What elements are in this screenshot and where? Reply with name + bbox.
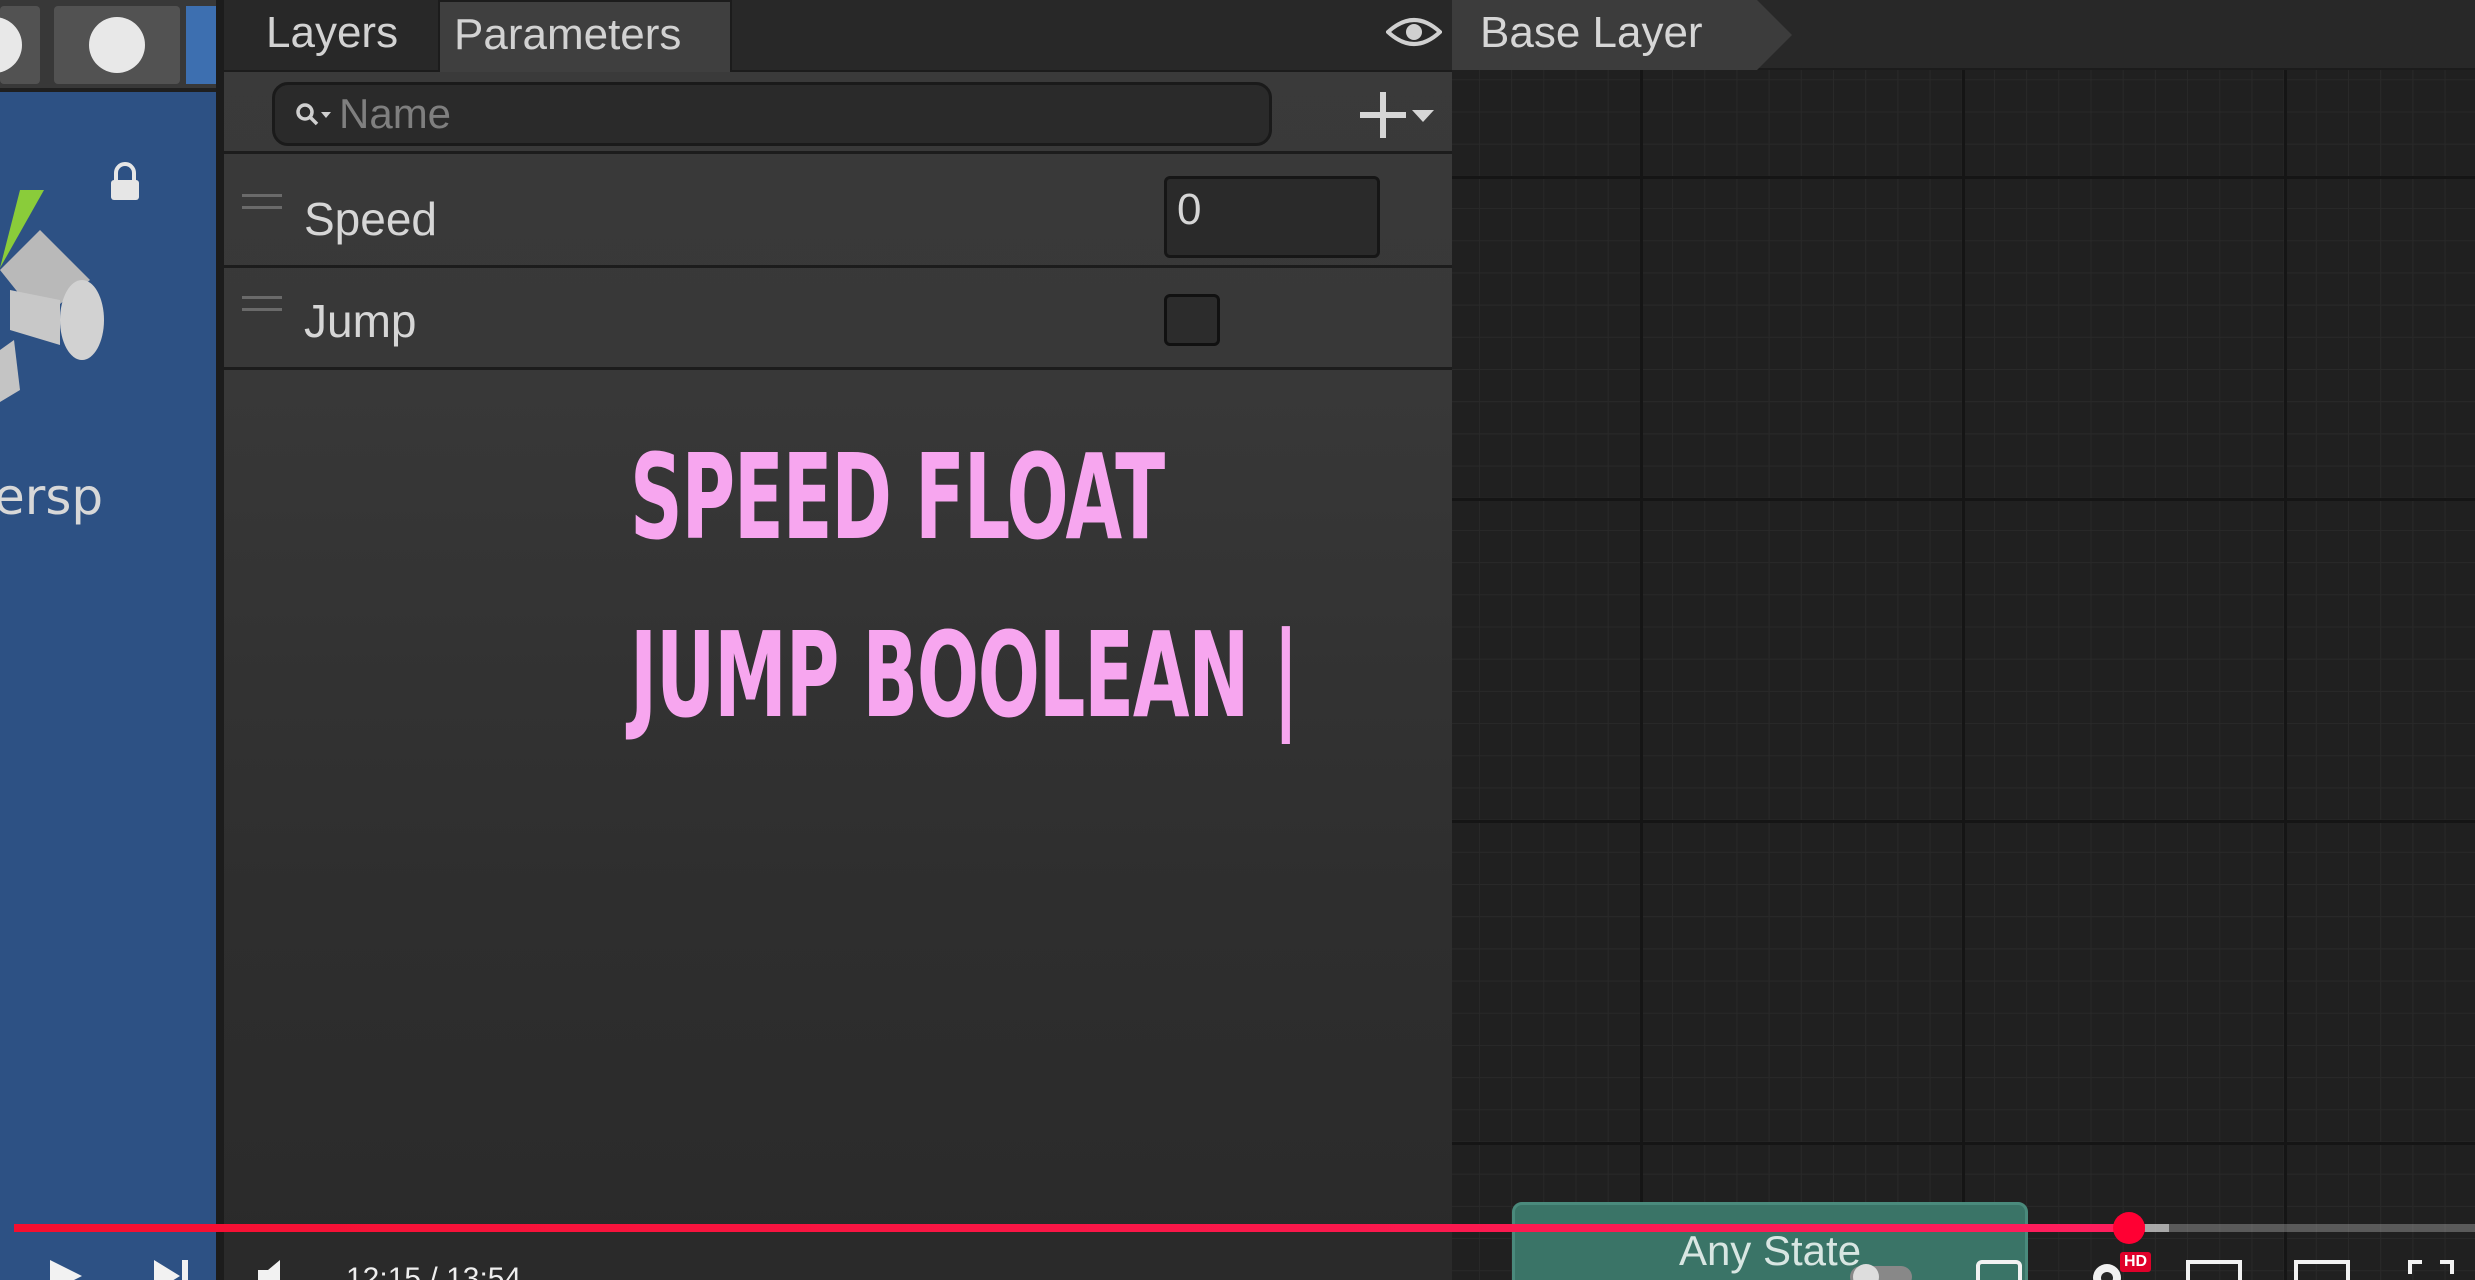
- caption-line: JUMP BOOLEAN |: [630, 606, 1299, 744]
- volume-icon[interactable]: [256, 1258, 296, 1280]
- orientation-gizmo-icon[interactable]: [0, 170, 110, 410]
- subtitles-icon[interactable]: [1976, 1258, 2022, 1280]
- state-machine-graph[interactable]: [1452, 0, 2475, 1280]
- search-row: [224, 72, 1452, 154]
- add-parameter-button[interactable]: [1338, 86, 1438, 146]
- circle-icon: [89, 17, 145, 73]
- search-icon: [296, 103, 331, 126]
- breadcrumb-label: Base Layer: [1480, 8, 1703, 57]
- video-caption-overlay: SPEED FLOAT JUMP BOOLEAN |: [630, 408, 1299, 764]
- animator-parameters-panel: Layers Parameters Speed 0 Jump: [216, 0, 1452, 1280]
- tab-parameters[interactable]: Parameters: [438, 0, 732, 72]
- panel-tab-bar: Layers Parameters: [224, 0, 1452, 72]
- theater-mode-icon[interactable]: [2294, 1258, 2350, 1280]
- tab-layers[interactable]: Layers: [252, 0, 452, 72]
- next-icon[interactable]: [150, 1258, 196, 1280]
- graph-header: Base Layer: [1452, 0, 2475, 70]
- time-display: 12:15 / 13:54: [346, 1262, 522, 1280]
- jump-checkbox[interactable]: [1164, 294, 1220, 346]
- miniplayer-icon[interactable]: [2186, 1258, 2242, 1280]
- scene-view[interactable]: ersp: [0, 0, 216, 1280]
- render-mode-button[interactable]: [54, 6, 180, 84]
- play-icon[interactable]: [46, 1258, 86, 1280]
- circle-icon: [0, 17, 22, 73]
- node-label: Any State: [1678, 1227, 1862, 1274]
- progress-scrubber[interactable]: [2112, 1212, 2145, 1244]
- progress-played: [14, 1224, 2145, 1232]
- any-state-node[interactable]: Any State: [1512, 1202, 2028, 1280]
- scene-toolbar: [0, 0, 216, 92]
- parameter-name[interactable]: Speed: [304, 192, 437, 246]
- chevron-down-icon: [1412, 110, 1434, 122]
- caption-line: SPEED FLOAT: [630, 428, 1165, 566]
- lock-icon[interactable]: [108, 162, 142, 202]
- breadcrumb[interactable]: Base Layer: [1452, 0, 1792, 70]
- fullscreen-icon[interactable]: [2406, 1258, 2456, 1280]
- drag-handle-icon[interactable]: [242, 296, 282, 316]
- shading-mode-button[interactable]: [0, 6, 40, 84]
- drag-handle-icon[interactable]: [242, 194, 282, 214]
- parameter-name[interactable]: Jump: [304, 294, 416, 348]
- parameter-row-speed[interactable]: Speed 0: [224, 168, 1452, 268]
- parameter-row-jump[interactable]: Jump: [224, 270, 1452, 370]
- search-field[interactable]: [272, 82, 1272, 146]
- eye-icon[interactable]: [1386, 14, 1442, 50]
- speed-value-field[interactable]: 0: [1164, 176, 1380, 258]
- projection-label[interactable]: ersp: [0, 468, 103, 526]
- autoplay-toggle-icon[interactable]: [1846, 1258, 1916, 1280]
- hd-badge: HD: [2120, 1252, 2152, 1272]
- scene-toolbar-toggle[interactable]: [186, 6, 216, 84]
- search-input[interactable]: [339, 89, 1239, 139]
